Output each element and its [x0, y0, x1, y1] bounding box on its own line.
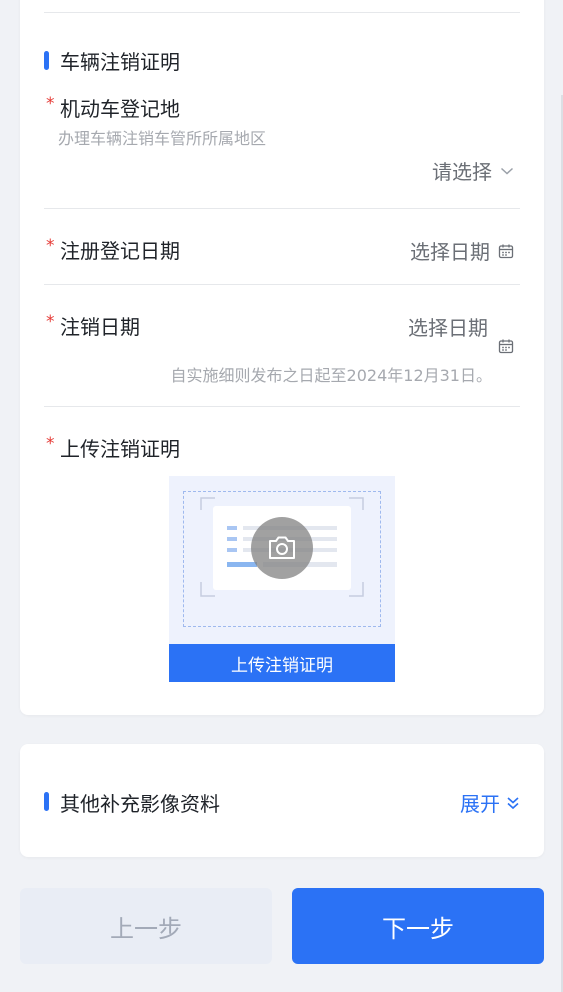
required-mark: * — [46, 236, 55, 256]
upload-label: 上传注销证明 — [60, 437, 180, 461]
reg-date-picker[interactable]: 选择日期 — [410, 236, 514, 265]
cancel-date-hint: 自实施细则发布之日起至2024年12月31日。 — [170, 366, 492, 385]
camera-icon — [251, 517, 313, 579]
extra-images-card: 其他补充影像资料 展开 — [20, 744, 544, 857]
cancel-proof-card: 车辆注销证明 * 机动车登记地 办理车辆注销车管所所属地区 请选择 * 注册登记… — [20, 0, 544, 715]
divider — [44, 406, 520, 407]
double-chevron-down-icon — [506, 795, 520, 811]
cancel-date-picker-text: 选择日期 — [408, 316, 488, 340]
prev-step-button[interactable]: 上一步 — [20, 888, 272, 964]
required-mark: * — [46, 312, 55, 332]
section-accent-bar — [44, 51, 49, 70]
section-title: 其他补充影像资料 — [60, 792, 220, 816]
required-mark: * — [46, 434, 55, 454]
next-step-button[interactable]: 下一步 — [292, 888, 544, 964]
section-accent-bar — [44, 792, 49, 811]
divider — [44, 208, 520, 209]
section-title: 车辆注销证明 — [60, 50, 180, 74]
reg-place-hint: 办理车辆注销车管所所属地区 — [58, 129, 267, 148]
reg-date-picker-text: 选择日期 — [410, 240, 490, 264]
reg-place-label: 机动车登记地 — [60, 97, 180, 121]
divider — [44, 12, 520, 13]
cancel-date-picker[interactable]: 选择日期 — [408, 312, 488, 341]
expand-toggle[interactable]: 展开 — [460, 788, 520, 817]
chevron-down-icon — [500, 166, 514, 176]
reg-place-picker[interactable]: 请选择 — [432, 156, 514, 185]
required-mark: * — [46, 94, 55, 114]
upload-button-label: 上传注销证明 — [169, 644, 395, 682]
reg-place-picker-text: 请选择 — [432, 160, 492, 184]
upload-cancel-proof[interactable]: 上传注销证明 — [169, 476, 395, 682]
expand-label: 展开 — [460, 792, 500, 816]
reg-date-label: 注册登记日期 — [60, 239, 180, 263]
divider — [44, 284, 520, 285]
calendar-icon — [498, 243, 514, 259]
calendar-icon[interactable] — [498, 338, 514, 354]
cancel-date-label: 注销日期 — [60, 315, 140, 339]
